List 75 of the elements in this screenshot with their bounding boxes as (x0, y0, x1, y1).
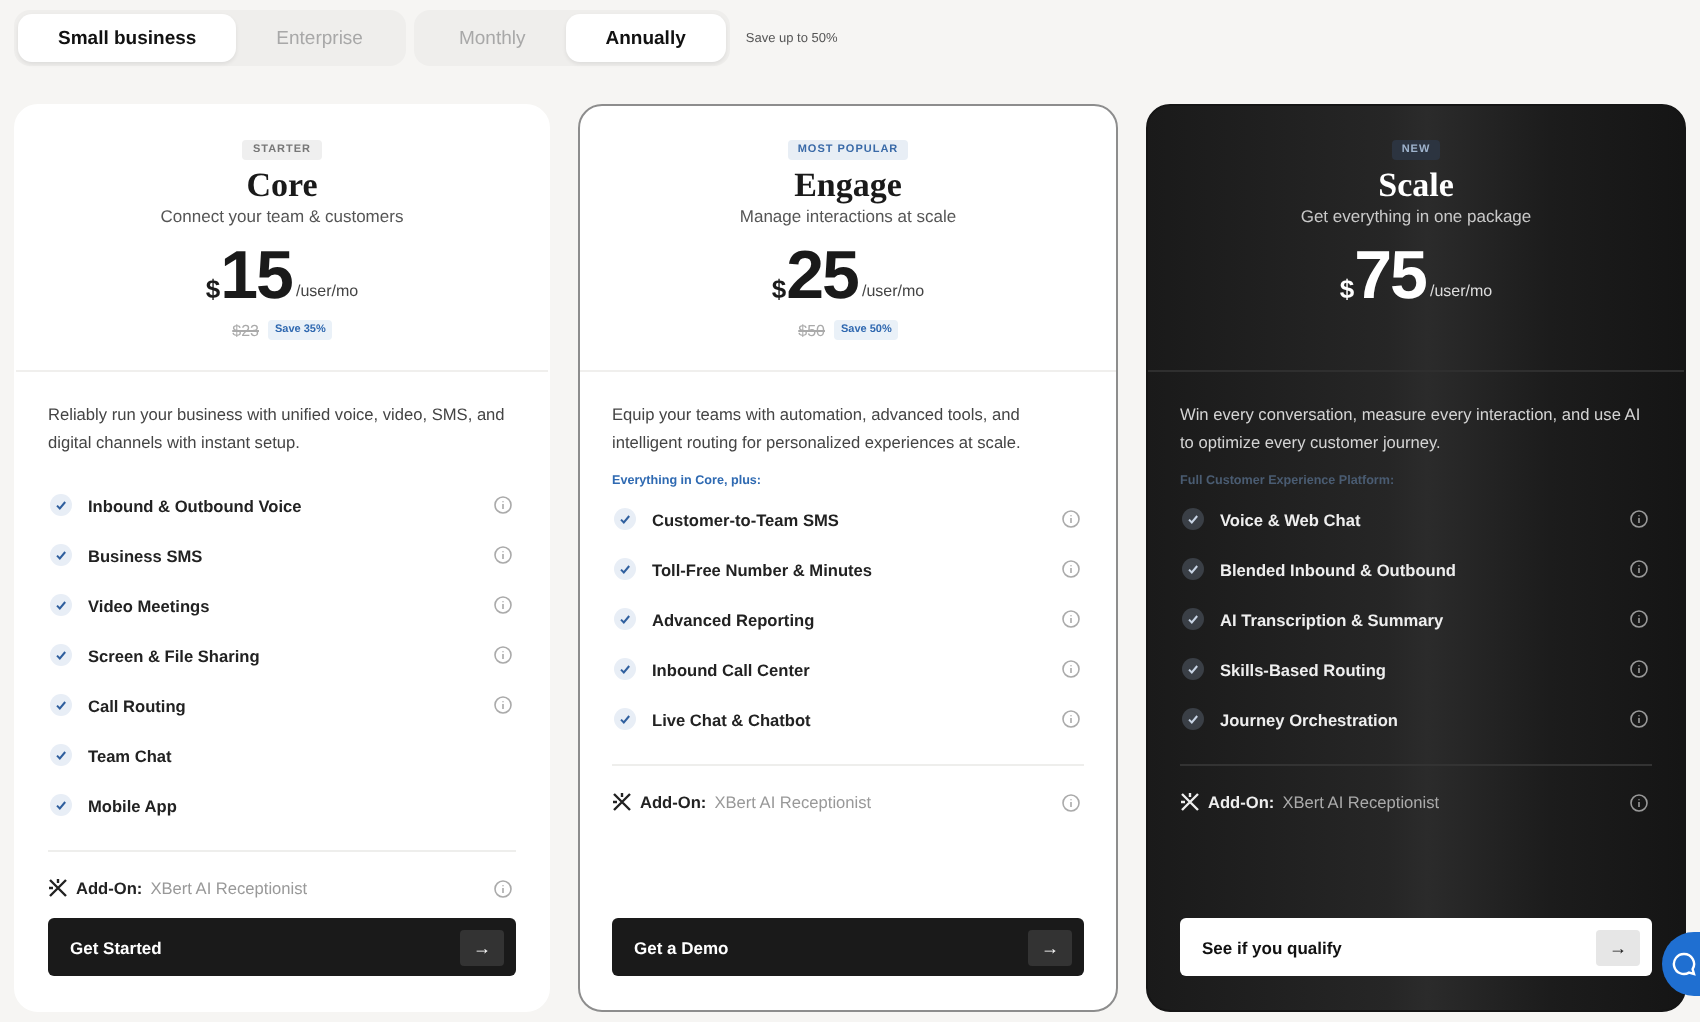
sparkle-icon (612, 792, 632, 812)
plan-name: Scale (1378, 166, 1454, 206)
info-icon[interactable] (1630, 610, 1648, 628)
feature-label: Advanced Reporting (652, 609, 817, 629)
check-icon (50, 644, 72, 666)
addon-name: XBert AI Receptionist (1282, 792, 1442, 812)
feature-label: Journey Orchestration (1220, 709, 1400, 729)
check-icon (1182, 608, 1204, 630)
price-unit: /user/mo (1429, 282, 1493, 300)
old-price: $50 (798, 321, 825, 339)
price-unit: /user/mo (861, 282, 925, 300)
check-icon (50, 744, 72, 766)
check-icon (50, 794, 72, 816)
plan-name: Core (246, 166, 318, 206)
plan-tagline: Manage interactions at scale (739, 206, 957, 226)
check-icon (1182, 508, 1204, 530)
feature-label: Team Chat (88, 745, 174, 765)
feature-label: Mobile App (88, 795, 179, 815)
feature-label: Inbound Call Center (652, 659, 812, 679)
feature-label: Business SMS (88, 545, 205, 565)
sparkle-icon (1180, 792, 1200, 812)
info-icon[interactable] (1630, 710, 1648, 728)
price: 75 (1354, 242, 1426, 310)
old-price: $23 (232, 321, 259, 339)
plan-tagline: Connect your team & customers (160, 206, 404, 226)
feature-label: Toll-Free Number & Minutes (652, 559, 875, 579)
check-icon (1182, 658, 1204, 680)
addon-name: XBert AI Receptionist (714, 792, 874, 812)
plan-name: Engage (794, 166, 902, 206)
feature-label: Customer-to-Team SMS (652, 509, 841, 529)
feature-label: Call Routing (88, 695, 188, 715)
plan-tagline: Get everything in one package (1300, 206, 1532, 226)
check-icon (614, 658, 636, 680)
addon-label: Add-On: (1208, 792, 1275, 812)
feature-label: Live Chat & Chatbot (652, 709, 813, 729)
feature-label: AI Transcription & Summary (1220, 609, 1446, 629)
price-unit: /user/mo (295, 282, 359, 300)
cta-button[interactable]: Get a Demo → (612, 918, 1084, 976)
info-icon[interactable] (1630, 560, 1648, 578)
feature-label: Voice & Web Chat (1220, 509, 1363, 529)
info-icon[interactable] (1630, 793, 1648, 811)
check-icon (614, 508, 636, 530)
addon-label: Add-On: (640, 792, 707, 812)
check-icon (50, 694, 72, 716)
plan-description: Win every conversation, measure every interaction, and use AI to optimize every customer journey. (1180, 402, 1643, 456)
check-icon (50, 594, 72, 616)
sparkle-icon (48, 878, 68, 898)
currency-symbol: $ (1339, 274, 1355, 304)
plan-description: Equip your teams with automation, advanced tools, and intelligent routing for personalized experiences at scale. (612, 402, 1023, 456)
plan-description: Reliably run your business with unified voice, video, SMS, and digital channels with instant setup. (48, 402, 507, 456)
feature-label: Blended Inbound & Outbound (1220, 559, 1458, 579)
currency-symbol: $ (771, 274, 787, 304)
info-icon[interactable] (1630, 510, 1648, 528)
info-icon[interactable] (1630, 660, 1648, 678)
check-icon (614, 708, 636, 730)
feature-label: Screen & File Sharing (88, 645, 262, 665)
price: 15 (220, 242, 292, 310)
check-icon (50, 544, 72, 566)
currency-symbol: $ (205, 274, 221, 304)
billing-tab[interactable]: Annually (565, 14, 726, 62)
cta-button[interactable]: See if you qualify → (1180, 918, 1652, 976)
check-icon (1182, 558, 1204, 580)
addon-label: Add-On: (76, 878, 143, 898)
audience-tab[interactable]: Small business (18, 14, 237, 62)
feature-label: Skills-Based Routing (1220, 659, 1388, 679)
check-icon (50, 494, 72, 516)
cta-button[interactable]: Get Started → (48, 918, 516, 976)
check-icon (1182, 708, 1204, 730)
addon-name: XBert AI Receptionist (150, 878, 310, 898)
feature-label: Inbound & Outbound Voice (88, 495, 304, 515)
feature-label: Video Meetings (88, 595, 212, 615)
price: 25 (786, 242, 858, 310)
chat-icon (1672, 952, 1696, 976)
check-icon (614, 558, 636, 580)
check-icon (614, 608, 636, 630)
